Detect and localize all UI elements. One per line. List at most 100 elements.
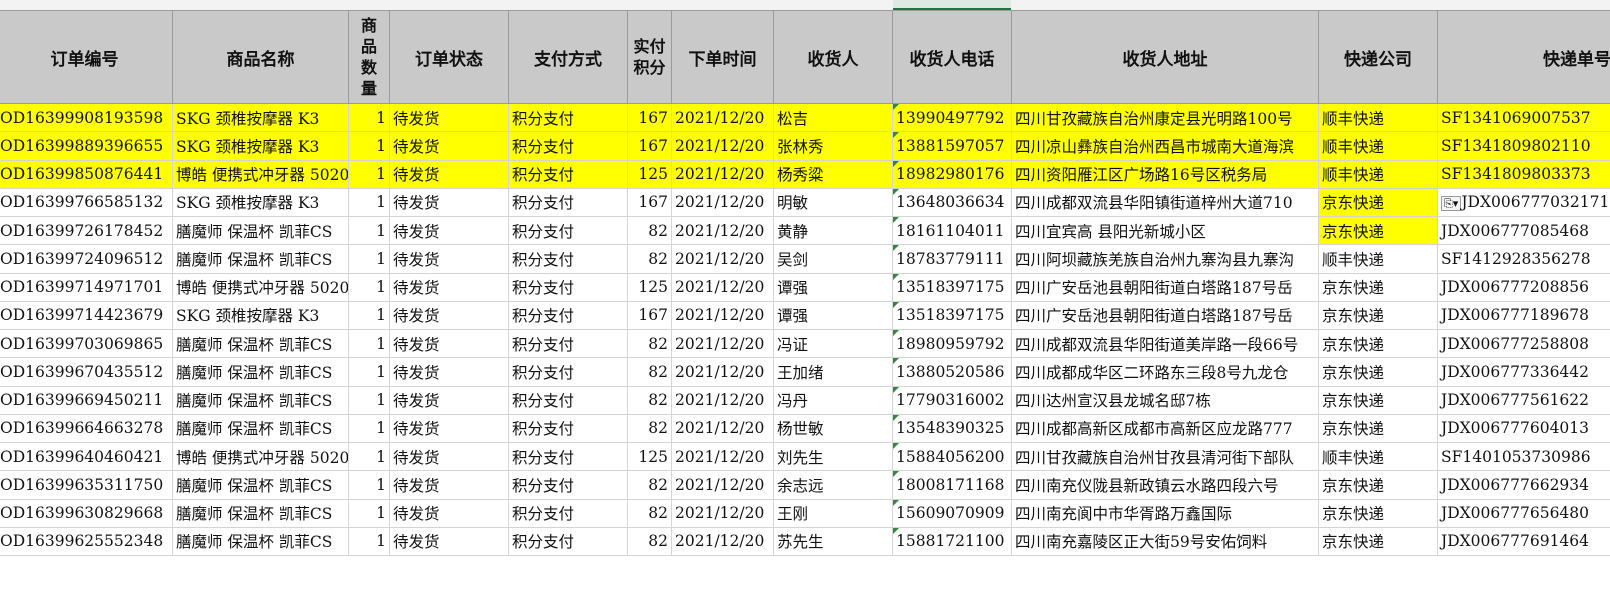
payment-method-cell[interactable]: 积分支付 [508, 470, 628, 500]
header-quantity[interactable]: 商品数量 [348, 10, 390, 104]
address-cell[interactable]: 四川南充阆中市华胥路万鑫国际 [1011, 498, 1319, 528]
table-row[interactable]: OD16399625552348 膳魔师 保温杯 凯菲CS 1 待发货 积分支付 82 20… [0, 526, 1610, 557]
order-status-cell[interactable]: 待发货 [389, 357, 509, 387]
header-courier[interactable]: 快递公司 [1318, 10, 1438, 104]
order-id-cell[interactable]: OD16399724096512 [0, 244, 173, 274]
order-id-cell[interactable]: OD16399640460421 [0, 441, 173, 472]
points-cell[interactable]: 82 [627, 357, 672, 387]
address-cell[interactable]: 四川甘孜藏族自治州甘孜县清河街下部队 [1011, 441, 1319, 472]
points-cell[interactable]: 125 [627, 159, 672, 189]
header-payment-method[interactable]: 支付方式 [508, 10, 628, 104]
points-cell[interactable]: 82 [627, 385, 672, 415]
address-cell[interactable]: 四川凉山彝族自治州西昌市城南大道海滨 [1011, 131, 1319, 161]
address-cell[interactable]: 四川南充嘉陵区正大街59号安佑饲料 [1011, 526, 1319, 557]
order-status-cell[interactable]: 待发货 [389, 215, 509, 246]
courier-cell[interactable]: 顺丰快递 [1318, 131, 1438, 161]
order-date-cell[interactable]: 2021/12/20 [671, 244, 774, 274]
recipient-phone-cell[interactable]: 18783779111 [892, 244, 1012, 274]
order-status-cell[interactable]: 待发货 [389, 413, 509, 444]
payment-method-cell[interactable]: 积分支付 [508, 441, 628, 472]
header-points-paid[interactable]: 实付积分 [627, 10, 672, 104]
tracking-number-cell[interactable]: JDX006777561622 [1437, 385, 1610, 415]
address-cell[interactable]: 四川甘孜藏族自治州康定县光明路100号 [1011, 102, 1319, 133]
table-row[interactable]: OD16399714423679 SKG 颈椎按摩器 K3 1 待发货 积分支付 167 2… [0, 300, 1610, 331]
order-status-cell[interactable]: 待发货 [389, 328, 509, 359]
recipient-phone-cell[interactable]: 13518397175 [892, 300, 1012, 331]
recipient-cell[interactable]: 谭强 [773, 272, 893, 302]
order-id-cell[interactable]: OD16399714423679 [0, 300, 173, 331]
payment-method-cell[interactable]: 积分支付 [508, 215, 628, 246]
points-cell[interactable]: 82 [627, 328, 672, 359]
product-name-cell[interactable]: 膳魔师 保温杯 凯菲CS [172, 498, 349, 528]
quantity-cell[interactable]: 1 [348, 357, 390, 387]
order-id-cell[interactable]: OD16399669450211 [0, 385, 173, 415]
tracking-number-cell[interactable]: JDX006777336442 [1437, 357, 1610, 387]
tracking-number-cell[interactable]: SF1412928356278 [1437, 244, 1610, 274]
table-row[interactable]: OD16399714971701 博皓 便携式冲牙器 5020 1 待发货 积分支付 12… [0, 272, 1610, 302]
order-date-cell[interactable]: 2021/12/20 [671, 300, 774, 331]
order-date-cell[interactable]: 2021/12/20 [671, 413, 774, 444]
quantity-cell[interactable]: 1 [348, 385, 390, 415]
tracking-number-cell[interactable]: SF1341809803373 [1437, 159, 1610, 189]
recipient-phone-cell[interactable]: 13881597057 [892, 131, 1012, 161]
courier-cell[interactable]: 京东快递 [1318, 470, 1438, 500]
payment-method-cell[interactable]: 积分支付 [508, 300, 628, 331]
tracking-number-cell[interactable]: JDX006777604013 [1437, 413, 1610, 444]
order-date-cell[interactable]: 2021/12/20 [671, 498, 774, 528]
courier-cell[interactable]: 顺丰快递 [1318, 159, 1438, 189]
order-id-cell[interactable]: OD16399703069865 [0, 328, 173, 359]
address-cell[interactable]: 四川达州宣汉县龙城名邸7栋 [1011, 385, 1319, 415]
recipient-phone-cell[interactable]: 18980959792 [892, 328, 1012, 359]
header-product-name[interactable]: 商品名称 [172, 10, 349, 104]
order-date-cell[interactable]: 2021/12/20 [671, 441, 774, 472]
payment-method-cell[interactable]: 积分支付 [508, 357, 628, 387]
header-recipient-phone[interactable]: 收货人电话 [892, 10, 1012, 104]
recipient-phone-cell[interactable]: 13990497792 [892, 102, 1012, 133]
product-name-cell[interactable]: 膳魔师 保温杯 凯菲CS [172, 357, 349, 387]
quantity-cell[interactable]: 1 [348, 272, 390, 302]
recipient-cell[interactable]: 杨世敏 [773, 413, 893, 444]
courier-cell[interactable]: 京东快递 [1318, 385, 1438, 415]
tracking-number-cell[interactable]: JDX006777189678 [1437, 300, 1610, 331]
header-order-status[interactable]: 订单状态 [389, 10, 509, 104]
points-cell[interactable]: 82 [627, 413, 672, 444]
table-row[interactable]: OD16399726178452 膳魔师 保温杯 凯菲CS 1 待发货 积分支付 82 20… [0, 215, 1610, 246]
payment-method-cell[interactable]: 积分支付 [508, 131, 628, 161]
courier-cell[interactable]: 京东快递 [1318, 526, 1438, 557]
quantity-cell[interactable]: 1 [348, 187, 390, 218]
product-name-cell[interactable]: SKG 颈椎按摩器 K3 [172, 300, 349, 331]
address-cell[interactable]: 四川阿坝藏族羌族自治州九寨沟县九寨沟 [1011, 244, 1319, 274]
tracking-number-cell[interactable]: ⎘▾ JDX006777032171 [1437, 187, 1610, 218]
payment-method-cell[interactable]: 积分支付 [508, 328, 628, 359]
courier-cell[interactable]: 京东快递 [1318, 498, 1438, 528]
order-status-cell[interactable]: 待发货 [389, 102, 509, 133]
courier-cell[interactable]: 京东快递 [1318, 300, 1438, 331]
order-date-cell[interactable]: 2021/12/20 [671, 385, 774, 415]
quantity-cell[interactable]: 1 [348, 131, 390, 161]
points-cell[interactable]: 82 [627, 244, 672, 274]
courier-cell[interactable]: 京东快递 [1318, 328, 1438, 359]
tracking-number-cell[interactable]: SF1341809802110 [1437, 131, 1610, 161]
order-id-cell[interactable]: OD16399908193598 [0, 102, 173, 133]
recipient-phone-cell[interactable]: 17790316002 [892, 385, 1012, 415]
recipient-phone-cell[interactable]: 13648036634 [892, 187, 1012, 218]
points-cell[interactable]: 167 [627, 187, 672, 218]
product-name-cell[interactable]: 膳魔师 保温杯 凯菲CS [172, 526, 349, 557]
address-cell[interactable]: 四川南充仪陇县新政镇云水路四段六号 [1011, 470, 1319, 500]
payment-method-cell[interactable]: 积分支付 [508, 187, 628, 218]
order-date-cell[interactable]: 2021/12/20 [671, 526, 774, 557]
quantity-cell[interactable]: 1 [348, 413, 390, 444]
courier-cell[interactable]: 京东快递 [1318, 413, 1438, 444]
product-name-cell[interactable]: 膳魔师 保温杯 凯菲CS [172, 328, 349, 359]
payment-method-cell[interactable]: 积分支付 [508, 159, 628, 189]
table-row[interactable]: OD16399670435512 膳魔师 保温杯 凯菲CS 1 待发货 积分支付 82 20… [0, 357, 1610, 387]
recipient-phone-cell[interactable]: 13880520586 [892, 357, 1012, 387]
points-cell[interactable]: 125 [627, 441, 672, 472]
recipient-cell[interactable]: 余志远 [773, 470, 893, 500]
table-row[interactable]: OD16399766585132 SKG 颈椎按摩器 K3 1 待发货 积分支付 167 2… [0, 187, 1610, 218]
order-id-cell[interactable]: OD16399850876441 [0, 159, 173, 189]
product-name-cell[interactable]: 膳魔师 保温杯 凯菲CS [172, 244, 349, 274]
points-cell[interactable]: 167 [627, 131, 672, 161]
header-order-time[interactable]: 下单时间 [671, 10, 774, 104]
recipient-phone-cell[interactable]: 13548390325 [892, 413, 1012, 444]
